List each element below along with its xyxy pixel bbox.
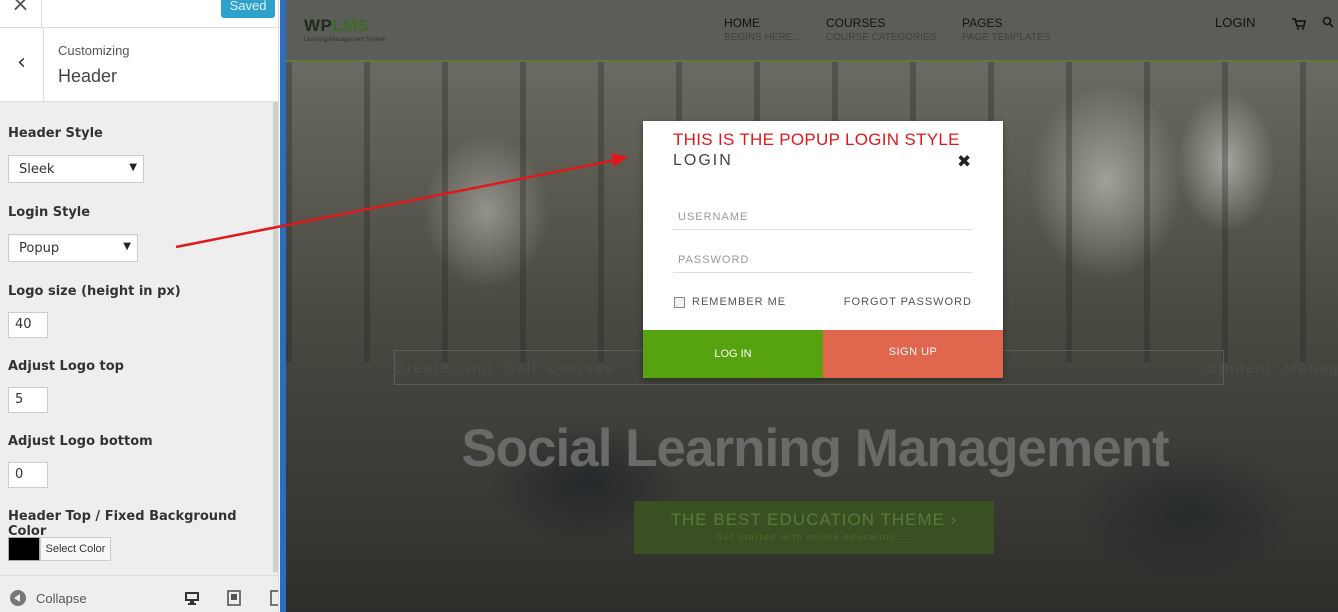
chevron-left-icon[interactable]: ‹ [0, 28, 44, 101]
signup-button[interactable]: SIGN UP [823, 330, 1003, 378]
saved-button[interactable]: Saved [221, 0, 275, 18]
logo-part-lms: LMS [332, 16, 370, 35]
hero-cta-label: THE BEST EDUCATION THEME › [670, 510, 958, 529]
search-icon[interactable] [1322, 16, 1334, 28]
tablet-icon[interactable] [226, 590, 242, 606]
site-logo[interactable]: WPLMS [304, 16, 370, 36]
remember-me-checkbox[interactable] [674, 297, 685, 308]
nav-home-sub: BEGINS HERE... [724, 32, 801, 43]
breadcrumb: Customizing [58, 43, 130, 58]
login-style-label: Login Style [8, 205, 91, 220]
customizer-sidebar: × Saved ‹ Customizing Header Header Styl… [0, 0, 279, 612]
header-style-label: Header Style [8, 126, 103, 141]
site-header: WPLMS Learning Management System HOME BE… [286, 0, 1338, 62]
logo-part-wp: WP [304, 16, 333, 35]
select-color-button[interactable]: Select Color [40, 537, 111, 561]
site-preview: WPLMS Learning Management System HOME BE… [280, 0, 1338, 612]
nav-home-label: HOME [724, 16, 760, 30]
page-title: Header [58, 66, 118, 86]
nav-home[interactable]: HOME BEGINS HERE... [724, 16, 801, 43]
header-style-select[interactable]: Sleek ▼ [8, 155, 144, 183]
header-style-value: Sleek [19, 162, 55, 177]
annotation-text: THIS IS THE POPUP LOGIN STYLE [673, 130, 960, 149]
mobile-icon[interactable] [268, 590, 279, 606]
logo-tagline: Learning Management System [304, 37, 386, 43]
login-style-select[interactable]: Popup ▼ [8, 234, 138, 262]
chevron-down-icon: ▼ [129, 162, 137, 173]
preview-edge [280, 0, 286, 612]
remember-me-label[interactable]: REMEMBER ME [692, 296, 786, 308]
nav-pages[interactable]: PAGES PAGE TEMPLATES [962, 16, 1050, 43]
section-header: ‹ Customizing Header [0, 28, 278, 102]
username-field[interactable]: USERNAME [673, 204, 972, 230]
desktop-icon[interactable] [184, 590, 200, 606]
popup-title: LOGIN [673, 152, 733, 169]
collapse-button[interactable]: Collapse [36, 591, 87, 606]
customizer-topbar: × Saved [0, 0, 278, 28]
hero-title: Social Learning Management [461, 419, 1169, 478]
logo-size-label: Logo size (height in px) [8, 284, 181, 299]
forgot-password-link[interactable]: FORGOT PASSWORD [844, 296, 972, 308]
nav-courses-sub: COURSE CATEGORIES [826, 32, 937, 43]
bg-color-label: Header Top / Fixed Background Color [8, 509, 237, 539]
logo-top-label: Adjust Logo top [8, 359, 124, 374]
login-style-value: Popup [19, 241, 60, 256]
customizer-footer: Collapse [0, 575, 279, 612]
login-button[interactable]: LOG IN [643, 330, 823, 378]
nav-courses[interactable]: COURSES COURSE CATEGORIES [826, 16, 936, 43]
header-login-link[interactable]: LOGIN [1215, 15, 1255, 30]
chevron-down-icon: ▼ [123, 241, 131, 252]
cart-icon[interactable] [1292, 18, 1306, 30]
close-icon[interactable]: × [0, 0, 42, 28]
logo-bottom-input[interactable]: 0 [8, 462, 48, 488]
logo-size-input[interactable]: 40 [8, 312, 48, 338]
hero-cta-button[interactable]: THE BEST EDUCATION THEME › Get started w… [634, 501, 994, 554]
hero-cta-sublabel: Get started with online educaiton.... [715, 532, 913, 542]
logo-top-input[interactable]: 5 [8, 387, 48, 413]
login-popup: THIS IS THE POPUP LOGIN STYLE LOGIN ✖ US… [643, 121, 1003, 378]
password-field[interactable]: PASSWORD [673, 247, 972, 273]
nav-pages-sub: PAGE TEMPLATES [962, 32, 1051, 43]
color-swatch[interactable] [8, 537, 40, 561]
sidebar-scrollbar[interactable] [273, 102, 278, 572]
nav-courses-label: COURSES [826, 16, 886, 30]
collapse-icon[interactable] [10, 590, 26, 606]
logo-bottom-label: Adjust Logo bottom [8, 434, 153, 449]
close-icon[interactable]: ✖ [957, 152, 971, 172]
nav-pages-label: PAGES [962, 16, 1003, 30]
